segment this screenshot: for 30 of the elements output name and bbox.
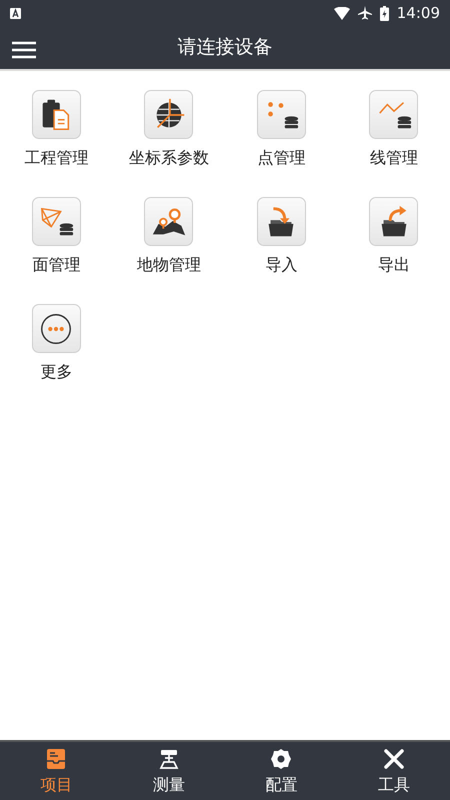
folder-export-icon bbox=[369, 197, 418, 246]
menu-tile[interactable]: 导入 bbox=[225, 197, 338, 274]
receiver-icon bbox=[156, 747, 181, 771]
points-database-icon bbox=[256, 90, 306, 139]
nav-tab[interactable]: 配置 bbox=[225, 742, 338, 800]
status-time: 14:09 bbox=[396, 2, 440, 24]
menu-tile[interactable]: 点管理 bbox=[225, 90, 338, 168]
line-database-icon bbox=[369, 90, 418, 139]
map-pins-icon bbox=[144, 197, 194, 246]
nav-tab[interactable]: 测量 bbox=[112, 742, 225, 800]
settings-icon bbox=[269, 747, 294, 771]
nav-tab[interactable]: 项目 bbox=[0, 742, 112, 800]
menu-tile[interactable]: 地物管理 bbox=[112, 197, 225, 274]
notification-icon bbox=[10, 8, 21, 18]
menu-tile[interactable]: 线管理 bbox=[338, 90, 450, 168]
menu-tile[interactable]: 工程管理 bbox=[0, 90, 112, 168]
more-icon bbox=[32, 304, 81, 354]
menu-tile[interactable]: 面管理 bbox=[0, 197, 112, 274]
airplane-icon bbox=[358, 6, 372, 20]
battery-icon bbox=[380, 6, 389, 20]
polygon-database-icon bbox=[32, 197, 81, 246]
menu-tile[interactable]: 导出 bbox=[338, 197, 450, 274]
clipboard-document-icon bbox=[32, 90, 81, 139]
globe-axes-icon bbox=[144, 90, 194, 139]
app-title: 请连接设备 bbox=[178, 36, 272, 58]
folder-import-icon bbox=[256, 197, 306, 246]
menu-tile[interactable]: 更多 bbox=[0, 304, 112, 382]
nav-tab[interactable]: 工具 bbox=[338, 742, 450, 800]
wifi-icon bbox=[334, 6, 350, 20]
menu-tile[interactable]: 坐标系参数 bbox=[112, 90, 225, 168]
